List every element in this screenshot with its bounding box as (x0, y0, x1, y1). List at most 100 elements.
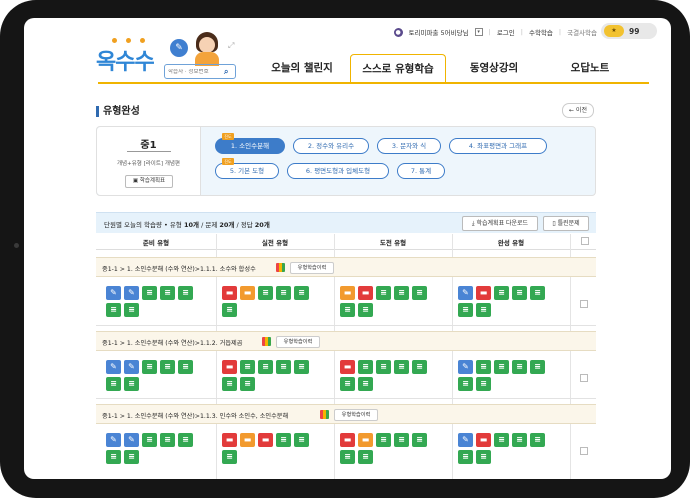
problem-icon[interactable]: ≡ (358, 360, 373, 374)
problem-icon[interactable]: ≡ (512, 360, 527, 374)
problem-icon[interactable]: ≡ (258, 360, 273, 374)
problem-icon[interactable]: ≡ (358, 377, 373, 391)
problem-icon[interactable]: ≡ (294, 360, 309, 374)
partial-icon[interactable]: ▬ (240, 286, 255, 300)
wrong-icon[interactable]: ▬ (222, 286, 237, 300)
problem-icon[interactable]: ≡ (106, 377, 121, 391)
concept-icon[interactable]: ✎ (106, 360, 121, 374)
problem-icon[interactable]: ≡ (530, 286, 545, 300)
row-checkbox[interactable] (580, 447, 588, 455)
history-button[interactable]: 유형학습이력 (290, 262, 334, 274)
problem-icon[interactable]: ≡ (458, 303, 473, 317)
problem-icon[interactable]: ≡ (124, 450, 139, 464)
problem-icon[interactable]: ≡ (222, 303, 237, 317)
history-button[interactable]: 유형학습이력 (276, 336, 320, 348)
problem-icon[interactable]: ≡ (458, 377, 473, 391)
problem-icon[interactable]: ≡ (512, 433, 527, 447)
problem-icon[interactable]: ≡ (530, 433, 545, 447)
concept-icon[interactable]: ✎ (124, 433, 139, 447)
problem-icon[interactable]: ≡ (376, 433, 391, 447)
bell-icon[interactable]: ● (393, 27, 403, 37)
chip-unit-4[interactable]: 4. 좌표평면과 그래프 (449, 138, 547, 154)
problem-icon[interactable]: ≡ (240, 360, 255, 374)
math-link[interactable]: 수학학습 (529, 27, 553, 37)
expand-icon[interactable]: ⤢ (228, 41, 234, 51)
problem-icon[interactable]: ≡ (358, 450, 373, 464)
problem-icon[interactable]: ≡ (178, 360, 193, 374)
problem-icon[interactable]: ≡ (124, 303, 139, 317)
problem-icon[interactable]: ≡ (178, 433, 193, 447)
row-checkbox[interactable] (580, 374, 588, 382)
problem-icon[interactable]: ≡ (494, 433, 509, 447)
partial-icon[interactable]: ▬ (240, 433, 255, 447)
problem-icon[interactable]: ≡ (142, 286, 157, 300)
problem-icon[interactable]: ≡ (530, 360, 545, 374)
problem-icon[interactable]: ≡ (340, 450, 355, 464)
problem-icon[interactable]: ≡ (458, 450, 473, 464)
problem-icon[interactable]: ≡ (106, 303, 121, 317)
chip-unit-3[interactable]: 3. 문자와 식 (377, 138, 441, 154)
wrong-problems-button[interactable]: ▯ 틀린문제 (543, 216, 589, 231)
concept-icon[interactable]: ✎ (458, 360, 473, 374)
chip-unit-6[interactable]: 6. 평면도형과 입체도형 (287, 163, 389, 179)
search-input[interactable] (168, 68, 224, 75)
nav-wrong-note[interactable]: 오답노트 (542, 54, 638, 83)
chevron-down-icon[interactable]: ▾ (474, 28, 483, 36)
problem-icon[interactable]: ≡ (340, 377, 355, 391)
problem-icon[interactable]: ≡ (160, 433, 175, 447)
problem-icon[interactable]: ≡ (142, 433, 157, 447)
concept-icon[interactable]: ✎ (124, 286, 139, 300)
search-icon[interactable]: ⌕ (224, 67, 228, 77)
problem-icon[interactable]: ≡ (240, 377, 255, 391)
problem-icon[interactable]: ≡ (494, 286, 509, 300)
wrong-icon[interactable]: ▬ (258, 433, 273, 447)
logo[interactable]: 옥수수 (96, 44, 155, 76)
concept-icon[interactable]: ✎ (458, 286, 473, 300)
problem-icon[interactable]: ≡ (376, 286, 391, 300)
problem-icon[interactable]: ≡ (476, 303, 491, 317)
problem-icon[interactable]: ≡ (276, 433, 291, 447)
download-plan-button[interactable]: ⤓ 학습계획표 다운로드 (462, 216, 538, 231)
chip-unit-1[interactable]: 진도 1. 소인수분해 (215, 133, 285, 154)
problem-icon[interactable]: ≡ (294, 433, 309, 447)
problem-icon[interactable]: ≡ (412, 360, 427, 374)
chip-unit-2[interactable]: 2. 정수와 유리수 (293, 138, 369, 154)
problem-icon[interactable]: ≡ (394, 360, 409, 374)
login-link[interactable]: 로그인 (497, 27, 515, 37)
nav-today-challenge[interactable]: 오늘의 챌린지 (254, 54, 350, 83)
problem-icon[interactable]: ≡ (258, 286, 273, 300)
study-plan-button[interactable]: ▣ 학습계획표 (125, 175, 173, 188)
problem-icon[interactable]: ≡ (476, 450, 491, 464)
concept-icon[interactable]: ✎ (106, 286, 121, 300)
problem-icon[interactable]: ≡ (358, 303, 373, 317)
partial-icon[interactable]: ▬ (358, 433, 373, 447)
concept-icon[interactable]: ✎ (124, 360, 139, 374)
concept-icon[interactable]: ✎ (106, 433, 121, 447)
problem-icon[interactable]: ≡ (476, 377, 491, 391)
problem-icon[interactable]: ≡ (160, 286, 175, 300)
problem-icon[interactable]: ≡ (160, 360, 175, 374)
problem-icon[interactable]: ≡ (340, 303, 355, 317)
problem-icon[interactable]: ≡ (178, 286, 193, 300)
wrong-icon[interactable]: ▬ (222, 360, 237, 374)
nav-video-lecture[interactable]: 동영상강의 (446, 54, 542, 83)
problem-icon[interactable]: ≡ (276, 360, 291, 374)
problem-icon[interactable]: ≡ (294, 286, 309, 300)
problem-icon[interactable]: ≡ (412, 286, 427, 300)
wrong-icon[interactable]: ▬ (340, 433, 355, 447)
national-link[interactable]: 국결사학습 (567, 27, 597, 37)
points-badge[interactable]: ★ 99 (601, 23, 657, 39)
problem-icon[interactable]: ≡ (412, 433, 427, 447)
wrong-icon[interactable]: ▬ (340, 360, 355, 374)
row-checkbox[interactable] (580, 300, 588, 308)
wrong-icon[interactable]: ▬ (222, 433, 237, 447)
concept-icon[interactable]: ✎ (458, 433, 473, 447)
problem-icon[interactable]: ≡ (222, 450, 237, 464)
chip-unit-7[interactable]: 7. 통계 (397, 163, 445, 179)
problem-icon[interactable]: ≡ (106, 450, 121, 464)
wrong-icon[interactable]: ▬ (358, 286, 373, 300)
problem-icon[interactable]: ≡ (276, 286, 291, 300)
pencil-badge-icon[interactable]: ✎ (170, 39, 188, 57)
nav-self-study[interactable]: 스스로 유형학습 (350, 54, 446, 83)
problem-icon[interactable]: ≡ (476, 360, 491, 374)
